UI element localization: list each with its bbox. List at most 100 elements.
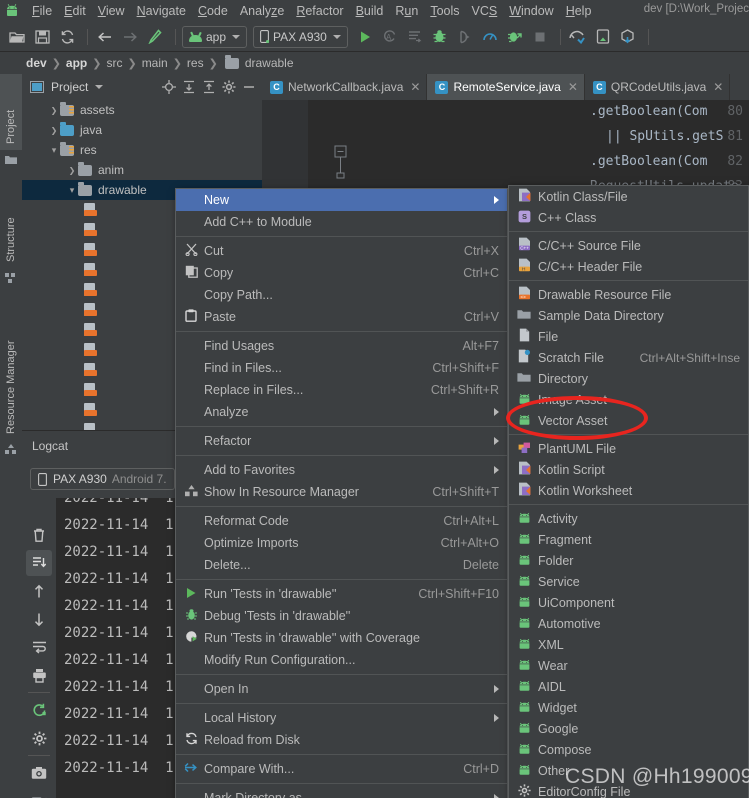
new-submenu-item-image-asset[interactable]: Image Asset — [509, 389, 748, 410]
menu-item-tools[interactable]: Tools — [424, 2, 465, 20]
new-submenu-item-fragment[interactable]: Fragment — [509, 529, 748, 550]
hide-panel-icon[interactable] — [240, 78, 258, 96]
tree-item-res[interactable]: ▾ res — [22, 140, 262, 160]
context-menu-item-optimize-imports[interactable]: Optimize Imports Ctrl+Alt+O — [176, 532, 507, 554]
wrap-lines-icon[interactable] — [26, 634, 52, 660]
new-submenu-item-scratch-file[interactable]: Scratch File Ctrl+Alt+Shift+Inse — [509, 347, 748, 368]
tree-item-assets[interactable]: ❯ assets — [22, 100, 262, 120]
logcat-device-selector[interactable]: PAX A930 Android 7. — [30, 468, 175, 490]
context-menu-item-reformat-code[interactable]: Reformat Code Ctrl+Alt+L — [176, 510, 507, 532]
context-menu-item-cut[interactable]: Cut Ctrl+X — [176, 240, 507, 262]
apply-code-changes-icon[interactable] — [404, 26, 426, 48]
menu-item-window[interactable]: Window — [503, 2, 559, 20]
new-submenu-item-drawable-resource-file[interactable]: <> Drawable Resource File — [509, 284, 748, 305]
tab-qrcodeutils-java[interactable]: C QRCodeUtils.java ✕ — [585, 74, 731, 100]
screenshot-icon[interactable] — [26, 760, 52, 786]
menu-item-code[interactable]: Code — [192, 2, 234, 20]
expand-all-icon[interactable] — [180, 78, 198, 96]
breadcrumb-res[interactable]: res — [187, 56, 204, 70]
scroll-down-icon[interactable] — [26, 606, 52, 632]
avd-manager-icon[interactable] — [592, 26, 614, 48]
module-selector[interactable]: app — [182, 25, 248, 48]
new-submenu-item-sample-data-directory[interactable]: Sample Data Directory — [509, 305, 748, 326]
debug-icon[interactable] — [429, 26, 451, 48]
settings-gear-icon-2[interactable] — [26, 725, 52, 751]
device-selector[interactable]: PAX A930 — [253, 25, 348, 48]
restart-logcat-icon[interactable] — [26, 697, 52, 723]
build-hammer-icon[interactable] — [144, 26, 166, 48]
new-submenu-item-kotlin-class-file[interactable]: Kotlin Class/File — [509, 186, 748, 207]
new-submenu-item-activity[interactable]: Activity — [509, 508, 748, 529]
context-menu-item-add-to-favorites[interactable]: Add to Favorites — [176, 459, 507, 481]
context-menu-item-copy-path[interactable]: Copy Path... — [176, 284, 507, 306]
close-icon-3[interactable]: ✕ — [713, 80, 723, 94]
menu-item-build[interactable]: Build — [350, 2, 390, 20]
breadcrumb-app[interactable]: app — [66, 56, 87, 70]
sync-icon[interactable] — [56, 26, 78, 48]
chevron-down-icon-res[interactable]: ▾ — [48, 145, 60, 156]
menu-item-help[interactable]: Help — [560, 2, 598, 20]
clear-logcat-icon[interactable] — [26, 522, 52, 548]
breadcrumb-main[interactable]: main — [142, 56, 168, 70]
new-submenu-item-uicomponent[interactable]: UiComponent — [509, 592, 748, 613]
new-submenu-item-kotlin-worksheet[interactable]: Kotlin Worksheet — [509, 480, 748, 501]
settings-gear-icon[interactable] — [220, 78, 238, 96]
scroll-up-icon[interactable] — [26, 578, 52, 604]
new-submenu-item-c-c-header-file[interactable]: H C/C++ Header File — [509, 256, 748, 277]
print-icon[interactable] — [26, 662, 52, 688]
menu-item-edit[interactable]: Edit — [58, 2, 92, 20]
new-submenu-item-file[interactable]: File — [509, 326, 748, 347]
new-submenu-item-automotive[interactable]: Automotive — [509, 613, 748, 634]
chevron-right-icon-2[interactable]: ❯ — [48, 126, 60, 135]
context-menu-item-run-tests-in-drawable-with-coverage[interactable]: Run 'Tests in 'drawable'' with Coverage — [176, 627, 507, 649]
profiler-icon[interactable] — [479, 26, 501, 48]
new-submenu-item-xml[interactable]: XML — [509, 634, 748, 655]
context-menu-item-delete[interactable]: Delete... Delete — [176, 554, 507, 576]
run-icon[interactable] — [354, 26, 376, 48]
screen-record-icon[interactable] — [26, 788, 52, 798]
device-file-explorer-icon[interactable] — [617, 26, 639, 48]
context-menu-item-modify-run-configuration[interactable]: Modify Run Configuration... — [176, 649, 507, 671]
context-menu-item-compare-with[interactable]: Compare With... Ctrl+D — [176, 758, 507, 780]
context-menu-item-copy[interactable]: Copy Ctrl+C — [176, 262, 507, 284]
menu-item-navigate[interactable]: Navigate — [131, 2, 192, 20]
menu-item-analyze[interactable]: Analyze — [234, 2, 290, 20]
new-submenu-item-compose[interactable]: Compose — [509, 739, 748, 760]
new-submenu-item-kotlin-script[interactable]: Kotlin Script — [509, 459, 748, 480]
chevron-down-icon-project[interactable] — [95, 85, 104, 89]
context-menu-item-add-c-to-module[interactable]: Add C++ to Module — [176, 211, 507, 233]
menu-item-run[interactable]: Run — [389, 2, 424, 20]
menu-item-view[interactable]: View — [92, 2, 131, 20]
collapse-all-icon[interactable] — [200, 78, 218, 96]
new-submenu-item-aidl[interactable]: AIDL — [509, 676, 748, 697]
context-menu-item-mark-directory-as[interactable]: Mark Directory as — [176, 787, 507, 798]
context-menu-item-refactor[interactable]: Refactor — [176, 430, 507, 452]
chevron-down-icon-drawable[interactable]: ▾ — [66, 185, 78, 196]
tree-item-anim[interactable]: ❯ anim — [22, 160, 262, 180]
context-menu-item-show-in-resource-manager[interactable]: Show In Resource Manager Ctrl+Shift+T — [176, 481, 507, 503]
new-submenu-item-service[interactable]: Service — [509, 571, 748, 592]
new-submenu-item-directory[interactable]: Directory — [509, 368, 748, 389]
breadcrumb-drawable[interactable]: drawable — [245, 56, 294, 70]
soft-wrap-icon[interactable] — [26, 550, 52, 576]
sdk-manager-icon[interactable] — [567, 26, 589, 48]
context-menu-item-open-in[interactable]: Open In — [176, 678, 507, 700]
context-menu-item-paste[interactable]: Paste Ctrl+V — [176, 306, 507, 328]
context-menu-item-find-in-files[interactable]: Find in Files... Ctrl+Shift+F — [176, 357, 507, 379]
open-folder-icon[interactable] — [6, 26, 28, 48]
apply-changes-icon[interactable]: A — [379, 26, 401, 48]
new-submenu-item-vector-asset[interactable]: Vector Asset — [509, 410, 748, 431]
new-submenu-item-folder[interactable]: Folder — [509, 550, 748, 571]
chevron-right-icon[interactable]: ❯ — [48, 106, 60, 115]
context-menu-item-analyze[interactable]: Analyze — [176, 401, 507, 423]
sidebar-item-structure[interactable]: Structure — [0, 182, 22, 268]
new-submenu-item-wear[interactable]: Wear — [509, 655, 748, 676]
tab-networkcallback-java[interactable]: C NetworkCallback.java ✕ — [262, 74, 428, 100]
menu-item-vcs[interactable]: VCS — [466, 2, 504, 20]
code-fold-icon[interactable] — [334, 145, 348, 185]
breadcrumb-src[interactable]: src — [106, 56, 122, 70]
tree-item-java[interactable]: ❯ java — [22, 120, 262, 140]
menu-item-file[interactable]: File — [26, 2, 58, 20]
tab-remoteservice-java[interactable]: C RemoteService.java ✕ — [427, 74, 585, 100]
locate-icon[interactable] — [160, 78, 178, 96]
